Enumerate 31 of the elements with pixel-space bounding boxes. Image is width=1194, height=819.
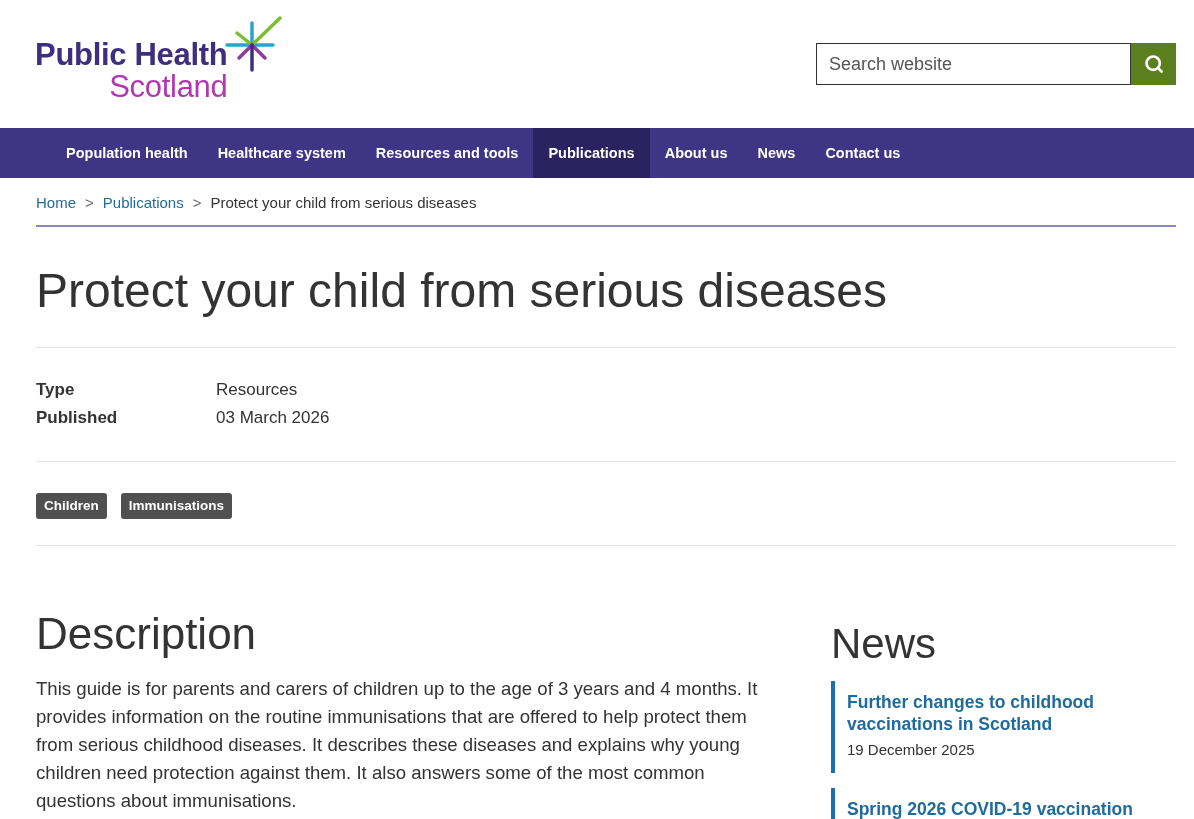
breadcrumb-link[interactable]: Publications — [102, 193, 184, 213]
nav-link[interactable]: Healthcare system — [202, 128, 361, 178]
news-date: 19 December 2025 — [847, 740, 975, 760]
nav-link[interactable]: Contact us — [810, 128, 916, 178]
logo-subtitle: Scotland — [109, 71, 228, 103]
meta-value: 03 March 2026 — [216, 407, 330, 429]
tag-link[interactable]: Immunisations — [120, 493, 233, 519]
tag-link[interactable]: Children — [36, 493, 107, 519]
breadcrumb-current: Protect your child from serious diseases — [210, 193, 477, 213]
breadcrumb-separator: > — [192, 193, 202, 213]
logo-title: Public Health — [35, 39, 228, 71]
meta-label: Published — [36, 407, 118, 429]
description-text: This guide is for parents and carers of children up to the age of 3 years and 4 months. It provides information on the routine immunisations that are offered to help protect them from serious childhood diseases. It describes these diseases and explains why young children need protection against them. It also answers some of the most common questions about immunisations. — [36, 677, 759, 813]
meta-value: Resources — [216, 379, 298, 401]
breadcrumb-separator: > — [85, 193, 94, 213]
meta-label: Type — [36, 379, 75, 401]
search-field[interactable]: Search website — [816, 43, 1131, 85]
section-heading: Description — [36, 608, 257, 660]
news-link[interactable]: Further changes to childhood vaccinations in Scotland — [847, 691, 1176, 735]
news-link[interactable]: Spring 2026 COVID-19 vaccination — [847, 798, 1133, 819]
search-button[interactable] — [1131, 43, 1176, 85]
search-icon — [1143, 54, 1164, 74]
nav-link[interactable]: News — [742, 128, 811, 178]
nav-link[interactable]: Resources and tools — [360, 128, 534, 178]
page-title: Protect your child from serious diseases — [36, 263, 887, 319]
nav-link[interactable]: Population health — [51, 128, 203, 178]
nav-link[interactable]: Publications — [533, 128, 650, 178]
news-heading: News — [831, 619, 937, 669]
breadcrumb-link[interactable]: Home — [36, 193, 76, 213]
nav-link[interactable]: About us — [649, 128, 743, 178]
asterisk-logo-icon — [225, 15, 284, 73]
